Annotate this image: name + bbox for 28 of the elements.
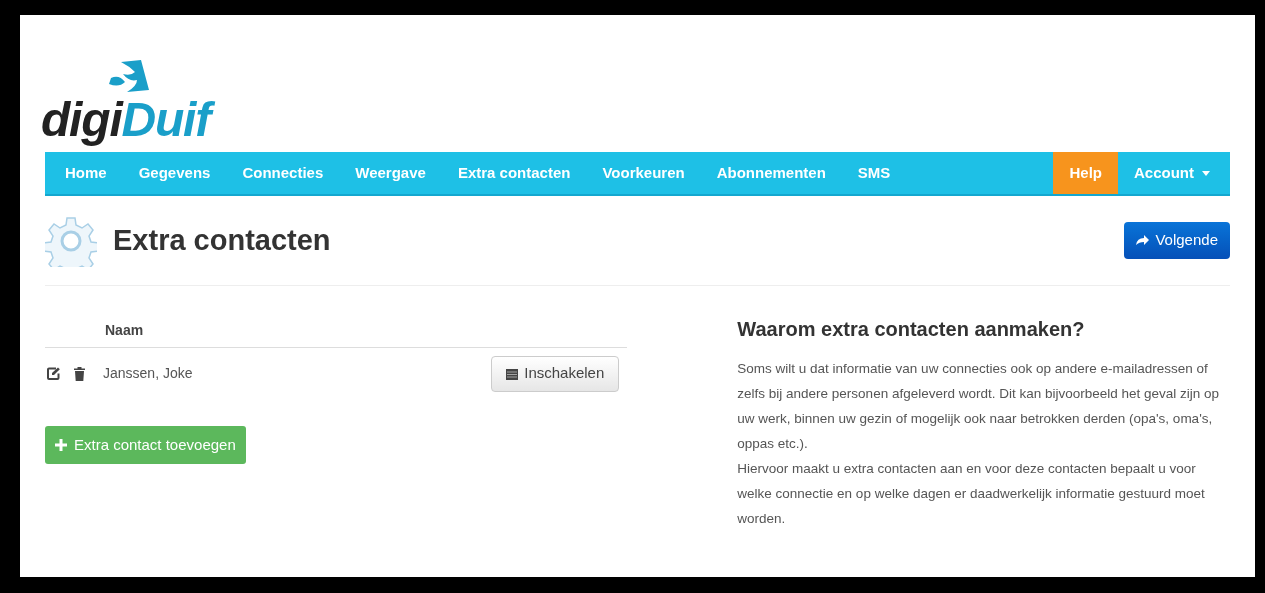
calendar-icon xyxy=(506,367,519,380)
logo-text: digi xyxy=(41,96,122,144)
caret-icon xyxy=(1202,170,1210,176)
info-paragraph: Soms wilt u dat informatie van uw connecties ook op andere e-mailadressen of zelfs bij andere personen afgeleverd wordt. Dit kan bijvoorbeeld het geval zijn op uw werk, binnen uw gezin of mogelijk ook naar betrokken derden (opa's, oma's, oppas etc.). xyxy=(737,360,1221,453)
column-header: Naam xyxy=(105,321,144,340)
nav-link[interactable]: Connecties xyxy=(226,152,340,194)
plus-icon xyxy=(55,439,67,451)
nav-link[interactable]: Weergave xyxy=(339,152,442,194)
page-title: Extra contacten xyxy=(113,222,331,258)
share-arrow-icon xyxy=(1136,235,1150,246)
nav-link[interactable]: Home xyxy=(49,152,123,194)
help-tab[interactable]: Help xyxy=(1053,152,1118,194)
contact-name: Janssen, Joke xyxy=(103,364,193,383)
gear-icon xyxy=(45,214,97,267)
nav-link[interactable]: Extra contacten xyxy=(441,152,587,194)
info-paragraph: Hiervoor maakt u extra contacten aan en voor deze contacten bepaalt u voor welke connectie en op welke dagen er daadwerkelijk informatie gestuurd moet worden. xyxy=(737,460,1206,528)
next-button[interactable]: Volgende xyxy=(1124,222,1230,259)
nav-link[interactable]: Abonnementen xyxy=(700,152,842,194)
info-heading: Waarom extra contacten aanmaken? xyxy=(737,317,1086,342)
nav-link[interactable]: Voorkeuren xyxy=(586,152,701,194)
add-contact-button[interactable]: Extra contact toevoegen xyxy=(45,426,246,464)
trash-icon[interactable] xyxy=(74,366,85,381)
edit-icon[interactable] xyxy=(47,367,60,380)
account-menu[interactable]: Account xyxy=(1118,152,1226,194)
enable-button[interactable]: Inschakelen xyxy=(491,355,620,392)
dove-logo-icon xyxy=(107,60,151,94)
nav-link[interactable]: SMS xyxy=(841,152,907,194)
nav-link[interactable]: Gegevens xyxy=(122,152,227,194)
